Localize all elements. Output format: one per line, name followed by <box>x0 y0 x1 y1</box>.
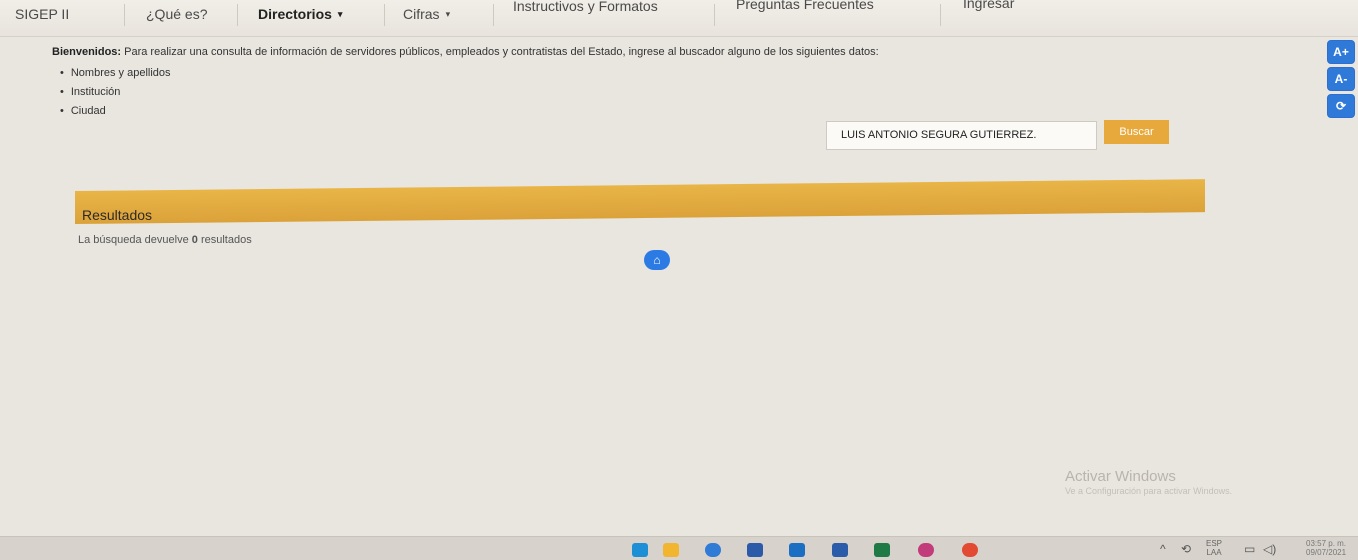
nav-divider <box>940 4 941 26</box>
nav-que-es[interactable]: ¿Qué es? <box>146 6 207 22</box>
nav-sigep[interactable]: SIGEP II <box>15 6 69 22</box>
results-count: La búsqueda devuelve 0 resultados <box>78 234 252 246</box>
results-title: Resultados <box>82 207 153 223</box>
nav-ingresar[interactable]: Ingresar <box>963 0 1014 11</box>
sync-icon[interactable]: ⟲ <box>1181 542 1191 556</box>
chevron-down-icon: ▾ <box>445 9 451 19</box>
nav-divider <box>124 4 125 26</box>
excel-icon[interactable] <box>874 543 890 557</box>
decrease-font-button[interactable]: A- <box>1327 67 1355 91</box>
nav-directorios-label: Directorios <box>258 6 332 22</box>
reset-icon[interactable]: ⟳ <box>1327 94 1355 118</box>
lang-top: ESP <box>1206 539 1223 548</box>
chevron-up-icon[interactable]: ^ <box>1160 542 1166 556</box>
activation-watermark-subtitle: Ve a Configuración para activar Windows. <box>1065 486 1233 496</box>
list-item: Nombres y apellidos <box>60 65 171 84</box>
search-input[interactable]: LUIS ANTONIO SEGURA GUTIERREZ. <box>826 121 1097 150</box>
network-icon[interactable]: ▭ <box>1244 542 1255 556</box>
app-colorful-icon[interactable] <box>918 543 934 557</box>
chrome-icon[interactable] <box>962 543 978 557</box>
nav-divider <box>493 4 494 26</box>
top-nav: SIGEP II ¿Qué es? Directorios ▾ Cifras ▾ I… <box>0 0 1358 37</box>
list-item: Ciudad <box>60 103 171 122</box>
nav-cifras[interactable]: Cifras ▾ <box>403 6 450 22</box>
lang-bottom: LAA <box>1206 548 1222 557</box>
results-header-bar <box>75 179 1205 224</box>
chevron-down-icon: ▾ <box>337 9 343 19</box>
nav-divider <box>714 4 715 26</box>
welcome-body: Para realizar una consulta de informació… <box>121 46 879 58</box>
nav-divider <box>384 4 385 26</box>
list-item: Institución <box>60 84 171 103</box>
edge-icon[interactable] <box>632 543 648 557</box>
increase-font-button[interactable]: A+ <box>1327 40 1355 64</box>
system-clock[interactable]: 03:57 p. m. 09/07/2021 <box>1306 539 1346 557</box>
outlook-icon[interactable] <box>789 543 805 557</box>
clock-date: 09/07/2021 <box>1306 548 1347 557</box>
activation-watermark-title: Activar Windows <box>1065 468 1176 485</box>
nav-preguntas[interactable]: Preguntas Frecuentes <box>736 0 874 12</box>
store-icon[interactable] <box>705 543 721 557</box>
welcome-lead: Bienvenidos: <box>52 46 122 58</box>
nav-instructivos[interactable]: Instructivos y Formatos <box>513 0 658 14</box>
language-indicator[interactable]: ESP LAA <box>1206 539 1222 557</box>
results-suffix: resultados <box>197 234 252 246</box>
nav-cifras-label: Cifras <box>403 6 440 22</box>
welcome-text: Bienvenidos: Para realizar una consulta … <box>52 46 879 58</box>
clock-time: 03:57 p. m. <box>1306 539 1347 548</box>
taskbar: ^ ⟲ ESP LAA ▭ ◁) 03:57 p. m. 09/07/2021 <box>0 536 1358 560</box>
file-explorer-icon[interactable] <box>663 543 679 557</box>
nav-divider <box>237 4 238 26</box>
accessibility-toolbar: A+ A- ⟳ <box>1327 40 1358 121</box>
nav-directorios[interactable]: Directorios ▾ <box>258 6 342 22</box>
app-icon[interactable] <box>747 543 763 557</box>
results-prefix: La búsqueda devuelve <box>78 234 192 246</box>
search-button[interactable]: Buscar <box>1104 120 1169 144</box>
search-criteria-list: Nombres y apellidos Institución Ciudad <box>60 65 171 122</box>
home-icon[interactable]: ⌂ <box>644 250 670 270</box>
volume-icon[interactable]: ◁) <box>1263 542 1276 556</box>
word-icon[interactable] <box>832 543 848 557</box>
